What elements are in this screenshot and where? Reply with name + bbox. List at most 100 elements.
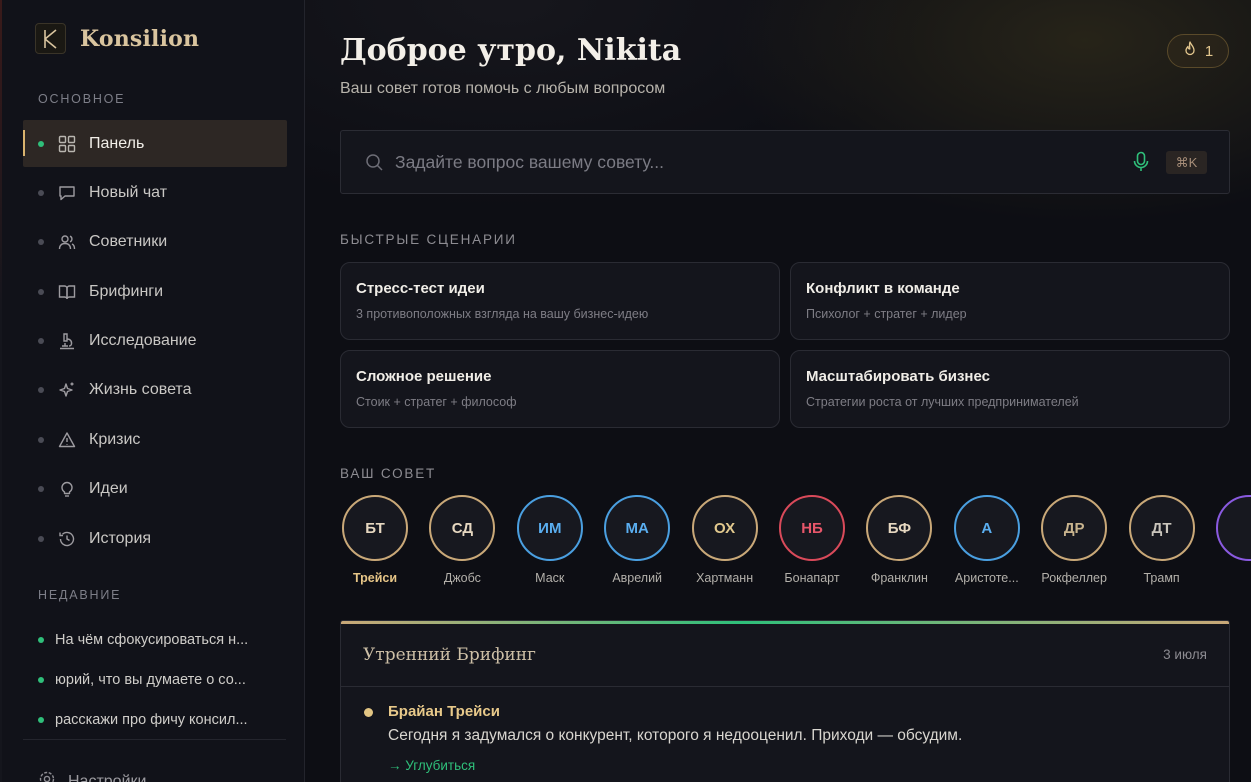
- briefing-dot: [364, 708, 373, 717]
- recent-chat-title: На чём сфокусироваться н...: [55, 632, 249, 648]
- advisor-avatar[interactable]: БТ Трейси: [340, 495, 415, 585]
- section-label-main: ОСНОВНОЕ: [38, 92, 126, 106]
- sidebar: Konsilion ОСНОВНОЕ Панель Новый чат Сове…: [0, 0, 305, 782]
- advisor-row: БТ Трейси СД Джобс ИМ Маск МА Аврелий ОХ Хартманн…: [340, 495, 1251, 585]
- advisor-name: Хартманн: [696, 571, 754, 585]
- dashboard-grid-icon: [58, 135, 76, 153]
- sidebar-item-settings[interactable]: Настройки: [38, 770, 146, 782]
- avatar: ОХ: [691, 495, 758, 561]
- status-dot: [38, 637, 44, 643]
- streak-count: 1: [1204, 42, 1214, 60]
- page-subtitle: Ваш совет готов помочь с любым вопросом: [340, 80, 666, 97]
- advisor-avatar[interactable]: ИМ Маск: [510, 495, 590, 585]
- advisor-avatar[interactable]: БФ Франклин: [859, 495, 939, 585]
- advisor-avatar[interactable]: ДР Рокфеллер: [1034, 495, 1114, 585]
- status-dot: [38, 717, 44, 723]
- sidebar-item-advisors[interactable]: Советники: [23, 219, 287, 266]
- avatar: МА: [604, 495, 671, 561]
- advisor-name: Трамп: [1143, 571, 1180, 585]
- microphone-icon[interactable]: [1132, 151, 1150, 178]
- users-icon: [58, 233, 76, 251]
- status-dot: [38, 140, 44, 147]
- flame-icon: [1183, 40, 1197, 62]
- sparkles-icon: [58, 381, 76, 399]
- sidebar-item-research[interactable]: Исследование: [23, 318, 287, 365]
- sidebar-item-history[interactable]: История: [23, 515, 287, 562]
- advisor-avatar[interactable]: ДТ Трамп: [1122, 495, 1202, 585]
- sidebar-item-label: Панель: [89, 134, 145, 152]
- avatar: БТ: [342, 495, 408, 561]
- recent-chats-list: На чём сфокусироваться н... юрий, что вы…: [38, 620, 283, 740]
- avatar: СД: [429, 495, 496, 561]
- search-icon: [365, 153, 384, 177]
- card-description: Психолог + стратег + лидер: [806, 307, 967, 321]
- sidebar-item-dashboard[interactable]: Панель: [23, 120, 287, 167]
- sidebar-item-label: Идеи: [89, 480, 128, 498]
- advisor-name: Аристоте...: [954, 571, 1019, 585]
- sidebar-item-new-chat[interactable]: Новый чат: [23, 169, 287, 216]
- avatar: А: [953, 495, 1020, 561]
- card-description: 3 противоположных взгляда на вашу бизнес…: [356, 307, 649, 321]
- scenarios-label: БЫСТРЫЕ СЦЕНАРИИ: [340, 232, 517, 247]
- advisor-name: Аврелий: [612, 571, 663, 585]
- keyboard-shortcut-badge: ⌘K: [1166, 151, 1207, 174]
- page-title: Доброе утро, Nikita: [340, 33, 682, 68]
- sidebar-item-ideas[interactable]: Идеи: [23, 466, 287, 513]
- recent-chat-title: юрий, что вы думаете о со...: [55, 672, 246, 688]
- card-title: Сложное решение: [356, 368, 492, 385]
- advisor-avatar[interactable]: НБ Бонапарт: [772, 495, 852, 585]
- avatar: ИМ: [516, 495, 583, 561]
- logo-mark-icon: [35, 23, 66, 54]
- advisor-avatar[interactable]: МА Аврелий: [597, 495, 677, 585]
- advisor-avatar[interactable]: СД Джобс: [422, 495, 502, 585]
- microscope-icon: [58, 332, 76, 350]
- status-dot: [38, 677, 44, 683]
- avatar: [1216, 495, 1251, 561]
- sidebar-item-label: Брифинги: [89, 282, 164, 300]
- recent-chat-item[interactable]: На чём сфокусироваться н...: [38, 620, 283, 660]
- history-icon: [58, 530, 76, 548]
- sidebar-item-label: Кризис: [89, 430, 141, 448]
- briefing-author: Брайан Трейси: [388, 703, 500, 720]
- scenario-card-stress-test[interactable]: Стресс-тест идеи 3 противоположных взгля…: [340, 262, 780, 340]
- advisor-name: Бонапарт: [784, 571, 840, 585]
- warning-triangle-icon: [58, 431, 76, 449]
- search-input[interactable]: [395, 131, 1115, 193]
- lightbulb-icon: [58, 480, 76, 498]
- sidebar-item-briefings[interactable]: Брифинги: [23, 268, 287, 315]
- advisor-avatar[interactable]: ОХ Хартманн: [685, 495, 765, 585]
- book-open-icon: [58, 283, 76, 301]
- advisor-avatar[interactable]: А Аристоте...: [947, 495, 1027, 585]
- sidebar-item-label: Советники: [89, 233, 168, 251]
- avatar: БФ: [866, 495, 933, 561]
- briefing-header: Утренний Брифинг 3 июля: [341, 624, 1229, 687]
- gear-icon: [38, 770, 56, 782]
- sidebar-item-council-life[interactable]: Жизнь совета: [23, 367, 287, 414]
- card-description: Стоик + стратег + философ: [356, 395, 517, 409]
- status-dot: [38, 486, 44, 493]
- briefing-date: 3 июля: [1163, 647, 1207, 662]
- scenario-card-hard-decision[interactable]: Сложное решение Стоик + стратег + филосо…: [340, 350, 780, 428]
- status-dot: [38, 338, 44, 345]
- section-label-recent: НЕДАВНИЕ: [38, 588, 122, 602]
- dive-deeper-link[interactable]: → Углубиться: [388, 758, 475, 773]
- recent-chat-item[interactable]: юрий, что вы думаете о со...: [38, 660, 283, 700]
- scenario-card-team-conflict[interactable]: Конфликт в команде Психолог + стратег + …: [790, 262, 1230, 340]
- briefing-text: Сегодня я задумался о конкурент, которог…: [388, 727, 963, 744]
- scenario-card-scale-business[interactable]: Масштабировать бизнес Стратегии роста от…: [790, 350, 1230, 428]
- advisor-name: Джобс: [443, 571, 481, 585]
- main-content: Доброе утро, Nikita Ваш совет готов помо…: [305, 0, 1251, 782]
- recent-chat-item[interactable]: расскажи про фичу консил...: [38, 700, 283, 740]
- advisor-name: Рокфеллер: [1041, 571, 1107, 585]
- sidebar-item-crisis[interactable]: Кризис: [23, 416, 287, 463]
- advisor-avatar[interactable]: [1209, 495, 1251, 571]
- logo[interactable]: Konsilion: [35, 23, 199, 54]
- sidebar-item-label: Жизнь совета: [89, 381, 192, 399]
- status-dot: [38, 239, 44, 246]
- search-bar: ⌘K: [340, 130, 1230, 194]
- status-dot: [38, 288, 44, 295]
- status-dot: [38, 387, 44, 394]
- council-label: ВАШ СОВЕТ: [340, 466, 437, 481]
- streak-badge[interactable]: 1: [1167, 34, 1229, 68]
- avatar: ДР: [1041, 495, 1108, 561]
